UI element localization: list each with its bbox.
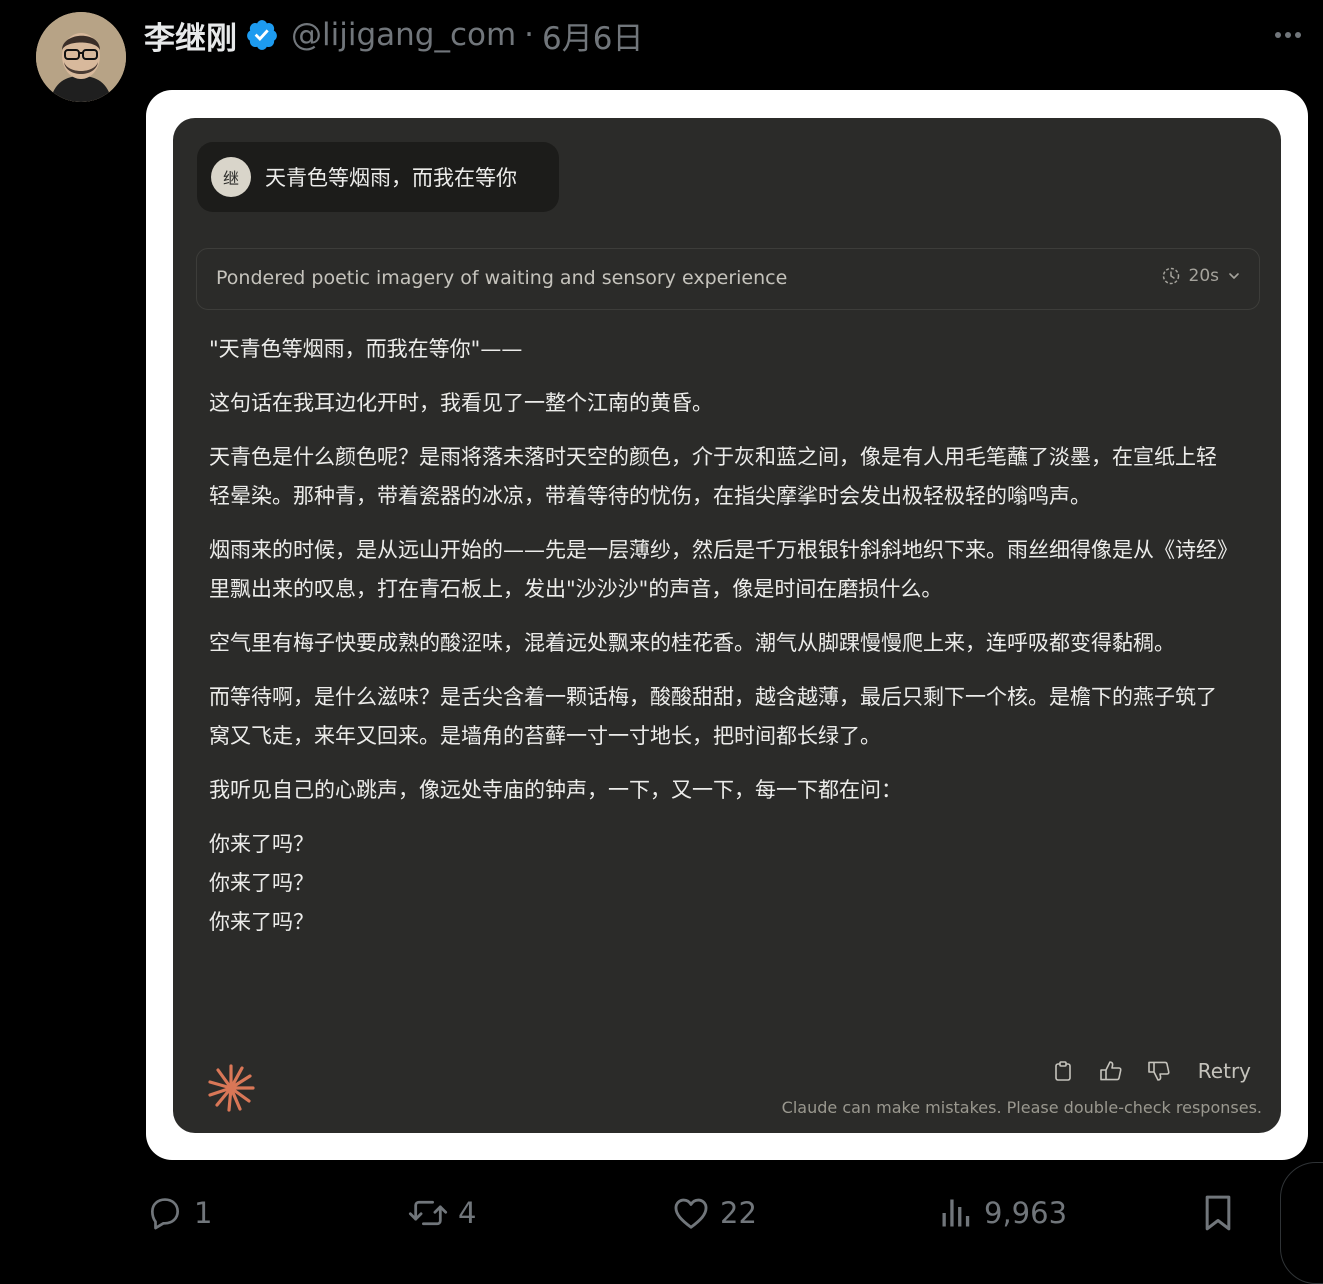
user-message-text: 天青色等烟雨，而我在等你 (265, 166, 517, 190)
response-paragraph: 而等待啊，是什么滋味？是舌尖含着一颗话梅，酸酸甜甜，越含越薄，最后只剩下一个核。… (209, 685, 1217, 748)
views-button[interactable]: 9,963 (938, 1188, 1067, 1238)
more-icon[interactable] (1268, 20, 1308, 50)
views-icon (942, 1199, 970, 1227)
poem-line: 你来了吗？ (209, 871, 314, 895)
response-paragraph: 空气里有梅子快要成熟的酸涩味，混着远处飘来的桂花香。潮气从脚踝慢慢爬上来，连呼吸… (209, 631, 1175, 655)
like-count: 22 (720, 1196, 757, 1230)
response-paragraph: "天青色等烟雨，而我在等你"—— (209, 337, 523, 361)
tweet-date[interactable]: 6月6日 (542, 13, 643, 58)
reply-icon (150, 1198, 180, 1230)
tweet-actions-bar: 1 4 22 9,963 (146, 1188, 1256, 1238)
repost-icon (408, 1200, 448, 1226)
like-button[interactable]: 22 (672, 1188, 757, 1238)
floating-action-button[interactable] (1280, 1162, 1323, 1284)
user-avatar: 继 (211, 157, 251, 197)
response-paragraph: 我听见自己的心跳声，像远处寺庙的钟声，一下，又一下，每一下都在问： (209, 778, 902, 802)
assistant-response: "天青色等烟雨，而我在等你"—— 这句话在我耳边化开时，我看见了一整个江南的黄昏… (209, 330, 1229, 942)
thinking-summary-panel[interactable]: Pondered poetic imagery of waiting and s… (196, 248, 1260, 310)
view-count: 9,963 (984, 1196, 1068, 1230)
response-paragraph: 天青色是什么颜色呢？是雨将落未落时天空的颜色，介于灰和蓝之间，像是有人用毛笔蘸了… (209, 445, 1217, 508)
tweet-header: 李继刚 @lijigang_com · 6月6日 (144, 12, 643, 58)
like-icon (674, 1198, 708, 1229)
claude-chat-screenshot: 继 天青色等烟雨，而我在等你 Pondered poetic imagery o… (173, 118, 1281, 1133)
thinking-duration[interactable]: 20s (1161, 266, 1242, 286)
avatar-portrait (36, 12, 126, 102)
user-message-bubble: 继 天青色等烟雨，而我在等你 (197, 142, 559, 212)
response-actions: Retry (1050, 1058, 1251, 1084)
response-poem: 你来了吗？ 你来了吗？ 你来了吗？ (209, 825, 1229, 942)
copy-icon[interactable] (1050, 1058, 1076, 1084)
bookmark-button[interactable] (1200, 1188, 1236, 1238)
thumbs-down-icon[interactable] (1146, 1058, 1172, 1084)
reply-count: 1 (194, 1196, 213, 1230)
verified-badge-icon (245, 18, 279, 52)
disclaimer-text: Claude can make mistakes. Please double-… (781, 1098, 1262, 1117)
claude-logo-icon (205, 1062, 257, 1114)
author-name[interactable]: 李继刚 (144, 13, 237, 58)
header-separator: · (524, 17, 535, 53)
response-paragraph: 烟雨来的时候，是从远山开始的——先是一层薄纱，然后是千万根银针斜斜地织下来。雨丝… (209, 538, 1228, 601)
thinking-duration-label: 20s (1188, 266, 1220, 286)
author-avatar[interactable] (36, 12, 126, 102)
poem-line: 你来了吗？ (209, 910, 314, 934)
response-paragraph: 这句话在我耳边化开时，我看见了一整个江南的黄昏。 (209, 391, 713, 415)
thinking-summary-text: Pondered poetic imagery of waiting and s… (216, 267, 788, 289)
clock-icon (1162, 267, 1179, 285)
thumbs-up-icon[interactable] (1098, 1058, 1124, 1084)
bookmark-icon (1205, 1195, 1231, 1231)
repost-count: 4 (458, 1196, 477, 1230)
repost-button[interactable]: 4 (408, 1188, 476, 1238)
chevron-down-icon (1229, 273, 1239, 279)
retry-button[interactable]: Retry (1198, 1059, 1251, 1083)
reply-button[interactable]: 1 (146, 1188, 212, 1238)
poem-line: 你来了吗？ (209, 832, 314, 856)
author-handle[interactable]: @lijigang_com (291, 17, 516, 53)
